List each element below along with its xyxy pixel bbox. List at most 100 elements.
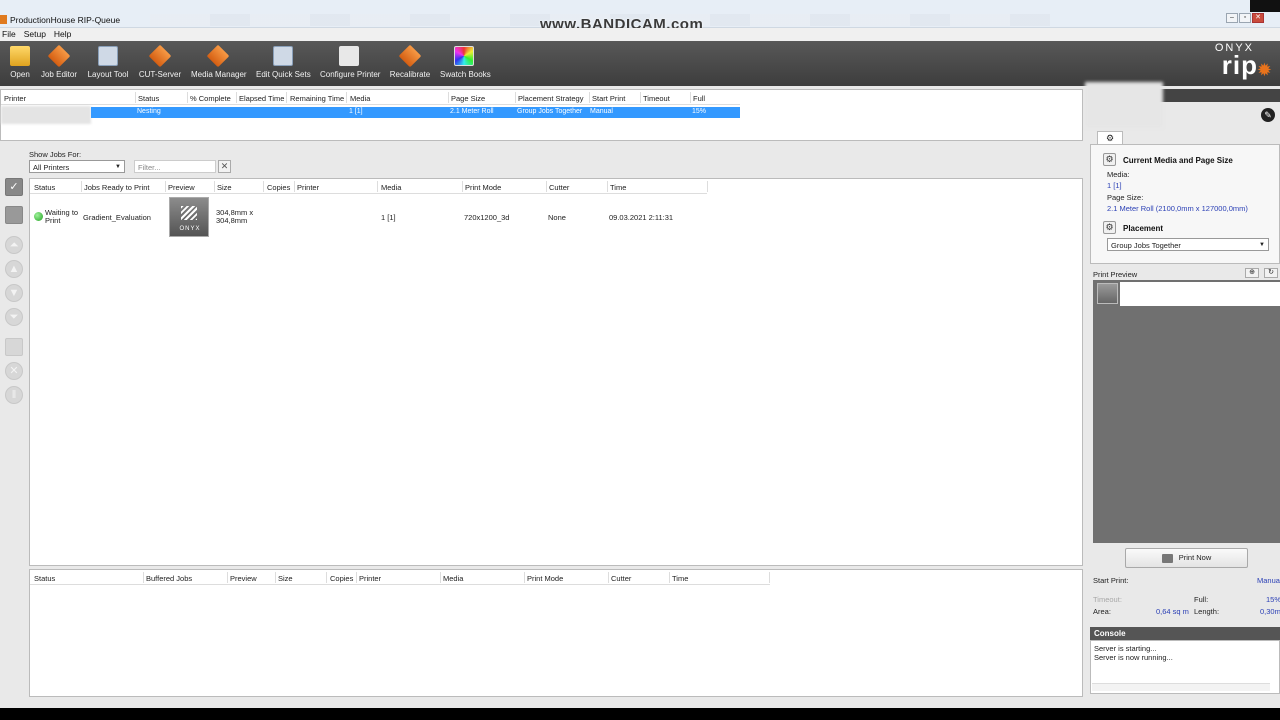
col-cutter[interactable]: Cutter <box>549 183 569 192</box>
col-remaining-time[interactable]: Remaining Time <box>290 94 344 103</box>
pause-icon[interactable]: ‖ <box>5 386 23 404</box>
buffered-table-header: Status Buffered Jobs Preview Size Copies… <box>30 570 770 585</box>
table-row[interactable]: Waiting to Print Gradient_Evaluation ONY… <box>30 196 730 238</box>
move-up-icon[interactable]: ▲ <box>5 260 23 278</box>
filter-input[interactable]: Filter... <box>134 160 216 173</box>
layout-tool-icon <box>98 46 118 66</box>
col-timeout[interactable]: Timeout <box>643 94 670 103</box>
recalibrate-button[interactable]: Recalibrate <box>389 44 431 84</box>
move-bottom-icon[interactable]: ⏷ <box>5 308 23 326</box>
col-copies[interactable]: Copies <box>330 574 353 583</box>
menu-help[interactable]: Help <box>54 28 71 41</box>
quick-sets-icon <box>273 46 293 66</box>
printer-placement: Group Jobs Together <box>517 108 583 115</box>
console-title: Console <box>1090 627 1280 640</box>
col-size[interactable]: Size <box>278 574 293 583</box>
job-status: Waiting to Print <box>45 208 79 225</box>
media-settings-gear-icon[interactable]: ⚙ <box>1103 153 1116 166</box>
printer-settings-panel: ⚙ Current Media and Page Size Media: 1 [… <box>1090 144 1280 264</box>
col-printer[interactable]: Printer <box>359 574 381 583</box>
printer-queue-table: Printer Status % Complete Elapsed Time R… <box>0 89 1083 141</box>
edit-quick-sets-label: Edit Quick Sets <box>256 70 311 79</box>
job-editor-button[interactable]: Job Editor <box>40 44 78 84</box>
col-status[interactable]: Status <box>34 574 55 583</box>
menu-bar: File Setup Help <box>0 28 1280 41</box>
status-indicator-icon <box>34 212 43 221</box>
printer-row[interactable]: Nesting 1 [1] 2.1 Meter Roll Group Jobs … <box>91 107 740 118</box>
col-placement-strategy[interactable]: Placement Strategy <box>518 94 583 103</box>
col-cutter[interactable]: Cutter <box>611 574 631 583</box>
col-elapsed-time[interactable]: Elapsed Time <box>239 94 284 103</box>
col-percent-complete[interactable]: % Complete <box>190 94 231 103</box>
gear-icon: ✹ <box>1256 60 1272 80</box>
col-print-mode[interactable]: Print Mode <box>527 574 563 583</box>
area-label: Area: <box>1093 607 1111 616</box>
col-copies[interactable]: Copies <box>267 183 290 192</box>
rip-logo-text: rip <box>1221 50 1258 80</box>
menu-setup[interactable]: Setup <box>24 28 46 41</box>
layout-tool-label: Layout Tool <box>87 70 129 79</box>
clear-filter-button[interactable]: ✕ <box>218 160 231 173</box>
placement-select-value: Group Jobs Together <box>1111 241 1181 250</box>
refresh-preview-icon[interactable]: ↻ <box>1264 268 1278 278</box>
printer-page-size: 2.1 Meter Roll <box>450 108 494 115</box>
col-status[interactable]: Status <box>34 183 55 192</box>
cut-server-label: CUT-Server <box>138 70 182 79</box>
properties-icon[interactable] <box>5 338 23 356</box>
menu-file[interactable]: File <box>2 28 16 41</box>
open-button[interactable]: Open <box>8 46 32 84</box>
col-page-size[interactable]: Page Size <box>451 94 485 103</box>
placement-select[interactable]: Group Jobs Together ▼ <box>1107 238 1269 251</box>
col-printer[interactable]: Printer <box>4 94 26 103</box>
swatch-books-button[interactable]: Swatch Books <box>440 46 491 84</box>
hold-job-icon[interactable] <box>5 206 23 224</box>
printer-filter-select[interactable]: All Printers ▼ <box>29 160 125 173</box>
edit-quick-sets-button[interactable]: Edit Quick Sets <box>256 46 311 84</box>
col-media[interactable]: Media <box>381 183 401 192</box>
col-preview[interactable]: Preview <box>168 183 195 192</box>
print-now-button[interactable]: Print Now <box>1125 548 1248 568</box>
chevron-down-icon: ▼ <box>115 164 121 170</box>
cut-server-button[interactable]: CUT-Server <box>138 44 182 84</box>
placement-gear-icon[interactable]: ⚙ <box>1103 221 1116 234</box>
move-top-icon[interactable]: ⏶ <box>5 236 23 254</box>
col-print-mode[interactable]: Print Mode <box>465 183 501 192</box>
move-down-icon[interactable]: ▼ <box>5 284 23 302</box>
col-status[interactable]: Status <box>138 94 159 103</box>
preview-logo-text: ONYX <box>179 226 201 232</box>
printer-status: Nesting <box>137 108 161 115</box>
layout-tool-button[interactable]: Layout Tool <box>87 46 129 84</box>
delete-job-icon[interactable]: ✕ <box>5 362 23 380</box>
printer-table-header: Printer Status % Complete Elapsed Time R… <box>1 90 740 105</box>
col-start-print[interactable]: Start Print <box>592 94 625 103</box>
edit-pencil-icon[interactable]: ✎ <box>1261 108 1275 122</box>
col-media[interactable]: Media <box>443 574 463 583</box>
minimize-button[interactable]: – <box>1226 13 1238 23</box>
col-buffered-jobs[interactable]: Buffered Jobs <box>146 574 192 583</box>
col-size[interactable]: Size <box>217 183 232 192</box>
preview-job-thumbnail[interactable] <box>1097 283 1118 304</box>
media-manager-button[interactable]: Media Manager <box>191 44 247 84</box>
console-horizontal-scrollbar[interactable] <box>1092 683 1270 691</box>
col-time[interactable]: Time <box>610 183 626 192</box>
open-label: Open <box>10 70 30 79</box>
show-jobs-for-label: Show Jobs For: <box>29 150 82 159</box>
media-value-link[interactable]: 1 [1] <box>1107 181 1122 190</box>
configure-printer-button[interactable]: Configure Printer <box>320 46 380 84</box>
page-size-value-link[interactable]: 2.1 Meter Roll (2100,0mm x 127000,0mm) <box>1107 204 1248 213</box>
media-label: Media: <box>1107 170 1130 179</box>
restore-button[interactable]: ▫ <box>1239 13 1251 23</box>
printer-select-value: All Printers <box>33 163 70 172</box>
approve-job-icon[interactable]: ✓ <box>5 178 23 196</box>
window-controls: – ▫ ✕ <box>1226 13 1264 23</box>
col-time[interactable]: Time <box>672 574 688 583</box>
col-full[interactable]: Full <box>693 94 705 103</box>
col-preview[interactable]: Preview <box>230 574 257 583</box>
col-printer[interactable]: Printer <box>297 183 319 192</box>
col-jobs-ready[interactable]: Jobs Ready to Print <box>84 183 149 192</box>
close-button[interactable]: ✕ <box>1252 13 1264 23</box>
onyx-mark-icon <box>181 206 197 220</box>
settings-tab[interactable]: ⚙ <box>1097 131 1123 144</box>
col-media[interactable]: Media <box>350 94 370 103</box>
zoom-preview-icon[interactable]: ⊕ <box>1245 268 1259 278</box>
